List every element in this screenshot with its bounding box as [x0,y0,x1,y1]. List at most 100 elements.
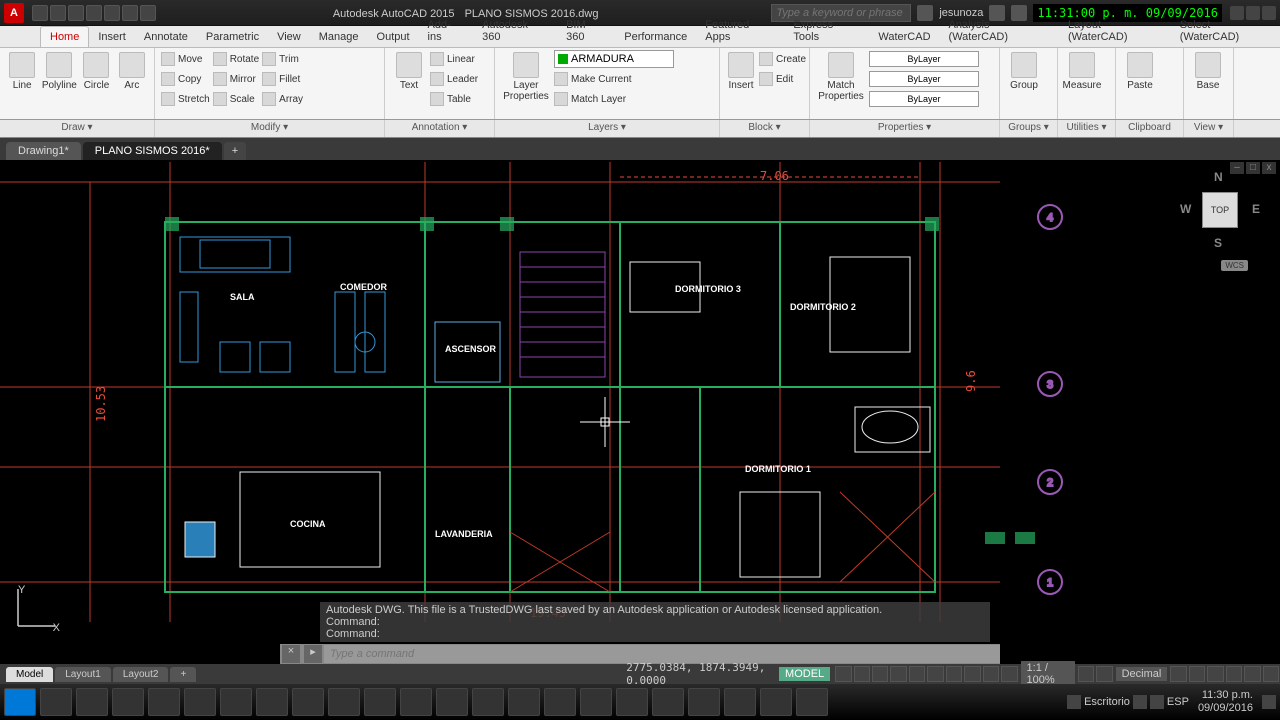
copy-button[interactable]: Copy [161,70,210,88]
linear-dim-button[interactable]: Linear [430,50,478,68]
app-icon-8[interactable] [580,688,612,716]
circle-button[interactable]: Circle [80,50,112,93]
viewcube-w[interactable]: W [1180,202,1191,216]
layout-tab-2[interactable]: Layout2 [113,667,169,682]
tab-performance[interactable]: Performance [615,27,696,47]
otrack-toggle-icon[interactable] [927,666,943,682]
tab-view[interactable]: View [268,27,310,47]
linetype-dropdown[interactable]: ByLayer [869,91,979,107]
measure-button[interactable]: Measure [1064,50,1100,93]
tab-annotate[interactable]: Annotate [135,27,197,47]
qat-save-icon[interactable] [68,5,84,21]
units-readout[interactable]: Decimal [1116,667,1168,681]
app-icon-7[interactable] [508,688,540,716]
app-icon-9[interactable] [616,688,648,716]
tab-layout-wc[interactable]: Layout (WaterCAD) [1059,15,1171,47]
stretch-button[interactable]: Stretch [161,90,210,108]
base-view-button[interactable]: Base [1190,50,1226,93]
modelspace-toggle[interactable]: MODEL [779,667,830,681]
autocad-taskbar-icon[interactable] [652,688,684,716]
viewcube-s[interactable]: S [1214,236,1222,250]
make-current-button[interactable]: Make Current [554,70,674,88]
cmd-options-icon[interactable]: ▸ [304,645,322,663]
tab-addins[interactable]: Add-ins [419,15,474,47]
scale-button[interactable]: Scale [213,90,259,108]
ortho-toggle-icon[interactable] [872,666,888,682]
excel-icon[interactable] [292,688,324,716]
viewcube-top[interactable]: TOP [1202,192,1238,228]
app-icon-10[interactable] [688,688,720,716]
lock-ui-icon[interactable] [1189,666,1205,682]
tab-analysis[interactable]: Analysis (WaterCAD) [940,15,1059,47]
workspace-icon[interactable] [1078,666,1094,682]
app-icon-6[interactable] [472,688,504,716]
drawing-svg[interactable]: 7.06 10.53 9.6 19.43 [0,160,1280,664]
trim-button[interactable]: Trim [262,50,303,68]
qat-plot-icon[interactable] [104,5,120,21]
transparency-icon[interactable] [964,666,980,682]
app-icon-11[interactable] [724,688,756,716]
isolate-icon[interactable] [1226,666,1242,682]
tab-manage[interactable]: Manage [310,27,368,47]
lineweight-dropdown[interactable]: ByLayer [869,71,979,87]
panel-label-utilities[interactable]: Utilities ▾ [1058,120,1116,137]
layout-tab-model[interactable]: Model [6,667,53,682]
chrome-icon[interactable] [436,688,468,716]
panel-label-groups[interactable]: Groups ▾ [1000,120,1058,137]
app-icon-12[interactable] [760,688,792,716]
polyline-button[interactable]: Polyline [41,50,77,93]
tray-chevron-icon[interactable] [1067,695,1081,709]
viewcube-n[interactable]: N [1214,170,1223,184]
panel-label-annotation[interactable]: Annotation ▾ [385,120,495,137]
powerpoint-icon[interactable] [544,688,576,716]
create-block-button[interactable]: Create [759,50,806,68]
file-tab-plano[interactable]: PLANO SISMOS 2016* [83,142,222,160]
panel-label-clipboard[interactable]: Clipboard [1116,120,1184,137]
system-tray[interactable]: Escritorio ESP 11:30 p.m.09/09/2016 [1067,689,1276,715]
panel-label-layers[interactable]: Layers ▾ [495,120,720,137]
tray-language[interactable]: ESP [1167,696,1189,708]
leader-button[interactable]: Leader [430,70,478,88]
tab-featured[interactable]: Featured Apps [696,15,784,47]
drawing-canvas[interactable]: – □ x 7.06 10.53 9.6 19.43 [0,160,1280,664]
app-icon-3[interactable] [256,688,288,716]
tray-volume-icon[interactable] [1150,695,1164,709]
rotate-button[interactable]: Rotate [213,50,259,68]
move-button[interactable]: Move [161,50,210,68]
tab-insert[interactable]: Insert [89,27,135,47]
array-button[interactable]: Array [262,90,303,108]
app-icon-13[interactable] [796,688,828,716]
search-taskbar-icon[interactable] [40,688,72,716]
app-logo-icon[interactable]: A [4,3,24,23]
mirror-button[interactable]: Mirror [213,70,259,88]
panel-label-view[interactable]: View ▾ [1184,120,1234,137]
taskview-icon[interactable] [76,688,108,716]
line-button[interactable]: Line [6,50,38,93]
match-props-button[interactable]: Match Properties [816,50,866,104]
match-layer-button[interactable]: Match Layer [554,90,674,108]
table-button[interactable]: Table [430,90,478,108]
cmd-close-icon[interactable]: × [282,645,300,663]
app-icon-2[interactable] [220,688,252,716]
paste-button[interactable]: Paste [1122,50,1158,93]
qat-redo-icon[interactable] [140,5,156,21]
hardware-accel-icon[interactable] [1207,666,1223,682]
customize-status-icon[interactable] [1263,666,1279,682]
insert-block-button[interactable]: Insert [726,50,756,93]
tab-a360[interactable]: Autodesk 360 [473,15,557,47]
viewcube[interactable]: N S E W TOP [1180,170,1260,250]
tab-bim360[interactable]: BIM 360 [557,15,615,47]
cycling-icon[interactable] [983,666,999,682]
arc-button[interactable]: Arc [116,50,148,93]
layer-props-button[interactable]: Layer Properties [501,50,551,104]
cleanscreen-icon[interactable] [1244,666,1260,682]
file-tab-drawing1[interactable]: Drawing1* [6,142,81,160]
tab-home[interactable]: Home [40,26,89,47]
panel-label-modify[interactable]: Modify ▾ [155,120,385,137]
layout-tab-1[interactable]: Layout1 [55,667,111,682]
notifications-icon[interactable] [1262,695,1276,709]
fillet-button[interactable]: Fillet [262,70,303,88]
lwt-toggle-icon[interactable] [946,666,962,682]
qat-open-icon[interactable] [50,5,66,21]
text-button[interactable]: Text [391,50,427,93]
